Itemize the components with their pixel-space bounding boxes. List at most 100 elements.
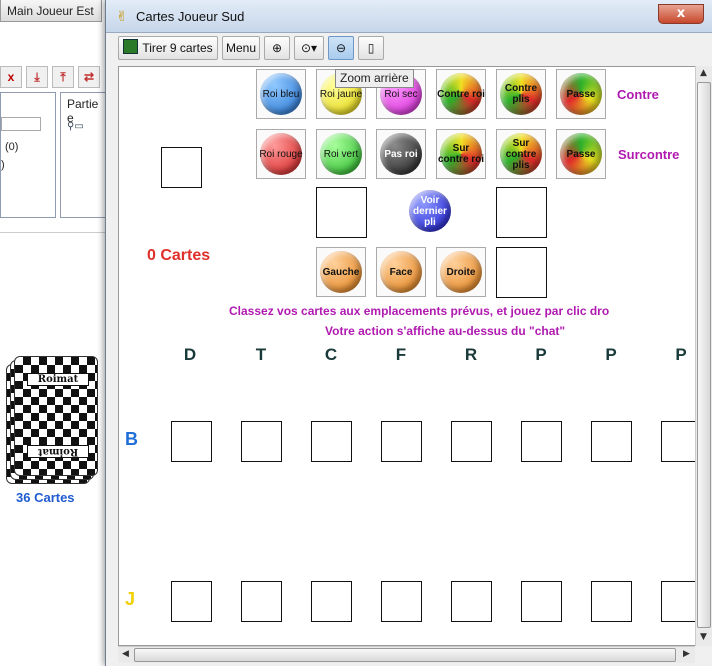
face-button[interactable]: Face — [376, 247, 426, 297]
sur-contre-roi-button[interactable]: Sur contre roi — [436, 129, 486, 179]
window-title: Cartes Joueur Sud — [136, 9, 245, 24]
button-label: Roi bleu — [262, 88, 300, 100]
column-letter: F — [395, 345, 407, 364]
title-bar[interactable]: ✌ Cartes Joueur Sud x — [106, 0, 712, 33]
button-label: Pas roi — [384, 148, 418, 160]
deck-count: 36 Cartes — [16, 490, 75, 505]
scroll-left-icon[interactable]: ◀ — [118, 647, 133, 662]
contre-plis-button[interactable]: Contre plis — [496, 69, 546, 119]
row-letter-b: B — [125, 429, 138, 449]
card-slot[interactable] — [521, 581, 562, 622]
button-label: Gauche — [322, 266, 360, 278]
zoom-dropdown-icon[interactable]: ⊙▾ — [294, 36, 324, 60]
button-label: Contre roi — [437, 88, 485, 100]
deck-brand: Roimat — [27, 373, 89, 386]
left-list-panel: (0) ) — [0, 92, 56, 218]
roi-vert-button[interactable]: Roi vert — [316, 129, 366, 179]
card-slot[interactable] — [591, 581, 632, 622]
card-slot[interactable] — [451, 421, 492, 462]
row-letter-j: J — [125, 589, 136, 609]
column-letter: P — [605, 345, 617, 364]
deck-brand: Roimat — [27, 445, 89, 458]
gauche-button[interactable]: Gauche — [316, 247, 366, 297]
deck-card-back: Roimat Roimat — [14, 356, 98, 476]
tab-main-joueur-est[interactable]: Main Joueur Est — [0, 0, 102, 22]
trick-slot-right[interactable] — [496, 187, 547, 238]
instruction-message: Classez vos cartes aux emplacements prév… — [229, 304, 610, 318]
menu-button[interactable]: Menu — [222, 36, 260, 60]
contre-roi-button[interactable]: Contre roi — [436, 69, 486, 119]
tree-node-icon[interactable]: ⚲▭ — [67, 121, 84, 132]
button-label: Sur contre plis — [505, 137, 537, 171]
cards-window: ✌ Cartes Joueur Sud x Tirer 9 cartes Men… — [105, 0, 712, 666]
card-slot[interactable] — [661, 581, 695, 622]
card-slot[interactable] — [451, 581, 492, 622]
pas-roi-button[interactable]: Pas roi — [376, 129, 426, 179]
button-label: Droite — [446, 266, 476, 278]
upload-icon[interactable]: ⤒ — [52, 66, 74, 88]
button-label: Roi rouge — [259, 148, 303, 160]
card-slot[interactable] — [241, 421, 282, 462]
button-label: Roi vert — [323, 148, 359, 160]
passe-button[interactable]: Passe — [556, 69, 606, 119]
mobile-icon[interactable]: ▯ — [358, 36, 384, 60]
deal-button-label: Tirer 9 cartes — [142, 41, 213, 55]
list-input[interactable] — [1, 117, 41, 131]
card-deck[interactable]: Roimat Roimat — [6, 356, 98, 488]
divider — [0, 232, 106, 233]
scroll-down-icon[interactable]: ▼ — [696, 630, 711, 645]
column-letter: D — [183, 345, 197, 364]
zoom-out-icon[interactable]: ⊖ — [328, 36, 354, 60]
droite-button[interactable]: Droite — [436, 247, 486, 297]
card-slot[interactable] — [171, 421, 212, 462]
close-icon[interactable]: x — [0, 66, 22, 88]
passe-button[interactable]: Passe — [556, 129, 606, 179]
zoom-in-icon[interactable]: ⊕ — [264, 36, 290, 60]
zoom-out-tooltip: Zoom arrière — [335, 69, 414, 88]
card-slot[interactable] — [171, 581, 212, 622]
button-label: Voir dernier pli — [413, 194, 447, 228]
button-label: Sur contre roi — [437, 143, 485, 165]
horizontal-scrollbar[interactable]: ◀ ▶ — [118, 646, 695, 663]
deal-button[interactable]: Tirer 9 cartes — [118, 36, 218, 60]
trick-slot-left[interactable] — [316, 187, 367, 238]
card-slot[interactable] — [311, 421, 352, 462]
surcontre-heading: Surcontre — [618, 147, 680, 162]
card-slot[interactable] — [661, 421, 695, 462]
contre-heading: Contre — [617, 87, 659, 102]
column-letter: P — [535, 345, 547, 364]
card-count: 0 Cartes — [147, 247, 211, 264]
horizontal-scroll-thumb[interactable] — [134, 648, 676, 662]
swap-icon[interactable]: ⇄ — [78, 66, 100, 88]
card-slot[interactable] — [311, 581, 352, 622]
list-count: ) — [1, 159, 5, 171]
tree-panel: Partie e ⚲▭ — [60, 92, 106, 218]
close-button[interactable]: x — [658, 4, 704, 24]
button-label: Passe — [566, 88, 596, 100]
vertical-scrollbar[interactable]: ▲ ▼ — [695, 66, 712, 646]
column-letter: T — [255, 345, 267, 364]
button-label: Passe — [566, 148, 596, 160]
button-label: Face — [389, 266, 413, 278]
vertical-scroll-thumb[interactable] — [697, 82, 711, 628]
scroll-right-icon[interactable]: ▶ — [679, 647, 694, 662]
roi-bleu-button[interactable]: Roi bleu — [256, 69, 306, 119]
card-slot[interactable] — [591, 421, 632, 462]
card-slot[interactable] — [241, 581, 282, 622]
card-slot[interactable] — [161, 147, 202, 188]
download-icon[interactable]: ⤓ — [26, 66, 48, 88]
card-slot[interactable] — [521, 421, 562, 462]
app-icon: ✌ — [116, 9, 128, 25]
card-slot[interactable] — [381, 581, 422, 622]
list-count: (0) — [5, 141, 19, 153]
sur-contre-plis-button[interactable]: Sur contre plis — [496, 129, 546, 179]
trick-slot-bottom[interactable] — [496, 247, 547, 298]
column-letter: P — [675, 345, 687, 364]
last-trick-button[interactable]: Voir dernier pli — [406, 187, 456, 237]
card-slot[interactable] — [381, 421, 422, 462]
deal-icon — [123, 39, 139, 54]
card-table: Roi bleu Roi jaune Roi sec Contre roi Co… — [118, 66, 695, 646]
button-label: Contre plis — [504, 83, 538, 105]
scroll-up-icon[interactable]: ▲ — [696, 66, 711, 81]
roi-rouge-button[interactable]: Roi rouge — [256, 129, 306, 179]
